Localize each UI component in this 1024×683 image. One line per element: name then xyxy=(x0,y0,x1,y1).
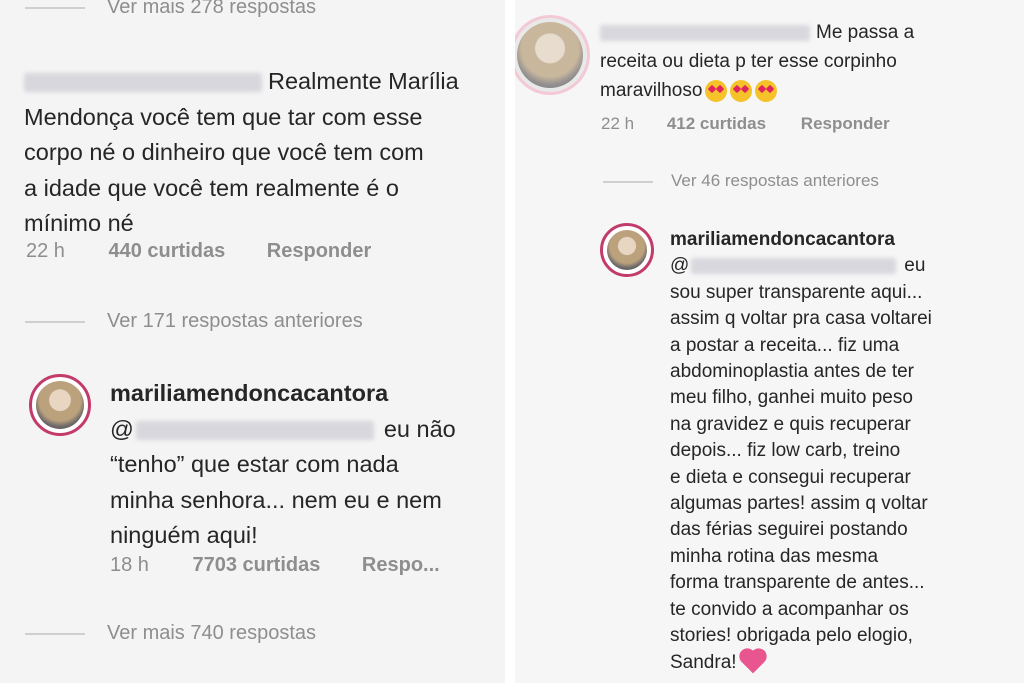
heart-eyes-emoji xyxy=(705,79,728,102)
reply-line: na gravidez e quis recuperar xyxy=(670,413,911,435)
thread-line xyxy=(603,180,653,183)
view-previous-label: Ver 46 respostas anteriores xyxy=(671,171,879,190)
reply-line: Sandra! xyxy=(670,651,737,673)
comment-meta: 22 h 440 curtidas Responder xyxy=(26,240,371,263)
view-previous-replies[interactable]: Ver 171 respostas anteriores xyxy=(25,310,363,333)
avatar[interactable] xyxy=(29,374,91,436)
mention-at: @ xyxy=(670,255,690,277)
view-more-label: Ver mais 278 respostas xyxy=(107,0,316,18)
comment-time: 22 h xyxy=(601,114,635,133)
reply-text: mariliamendoncacantora @ eu sou super tra… xyxy=(670,227,1020,676)
comment-text: Realmente Marília Mendonça você tem que … xyxy=(24,64,504,242)
reply-line: ninguém aqui! xyxy=(110,522,258,548)
reply-button[interactable]: Responder xyxy=(267,240,371,262)
reply-line: stories! obrigada pelo elogio, xyxy=(670,625,913,647)
view-previous-label: Ver 171 respostas anteriores xyxy=(107,310,363,332)
likes-count[interactable]: 412 curtidas xyxy=(667,114,766,133)
comment-line: corpo né o dinheiro que você tem com xyxy=(24,139,424,165)
view-previous-replies[interactable]: Ver 46 respostas anteriores xyxy=(603,171,879,191)
comment-line: Realmente Marília xyxy=(268,68,459,94)
comment-line: a idade que você tem realmente é o xyxy=(24,174,399,201)
avatar[interactable] xyxy=(515,18,587,92)
reply-button[interactable]: Responder xyxy=(801,114,890,133)
blurred-username xyxy=(600,24,810,41)
reply-line: forma transparente de antes... xyxy=(670,572,925,594)
comment-time: 22 h xyxy=(26,240,65,262)
view-more-label: Ver mais 740 respostas xyxy=(107,622,316,644)
reply-line: algumas partes! assim q voltar xyxy=(670,493,928,515)
reply-line: abdominoplastia antes de ter xyxy=(670,361,914,383)
reply-time: 18 h xyxy=(110,554,149,576)
blurred-mention xyxy=(135,420,374,440)
likes-count[interactable]: 440 curtidas xyxy=(109,240,226,262)
reply-line: minha senhora... nem eu e nem xyxy=(110,486,442,513)
comment-line: maravilhoso xyxy=(600,80,703,101)
heart-eyes-emoji xyxy=(755,79,778,102)
blurred-mention xyxy=(691,258,897,275)
divider xyxy=(505,0,515,683)
reply-line: sou super transparente aqui... xyxy=(670,281,923,303)
reply-line: te convido a acompanhar os xyxy=(670,598,909,620)
blurred-username xyxy=(24,73,262,93)
reply-username[interactable]: mariliamendoncacantora xyxy=(110,380,388,406)
comment-line: Me passa a xyxy=(816,22,915,43)
reply-username[interactable]: mariliamendoncacantora xyxy=(670,229,895,250)
reply-line: assim q voltar pra casa voltarei xyxy=(670,308,932,330)
heart-eyes-emoji xyxy=(730,79,753,102)
profile-photo xyxy=(517,22,583,88)
reply-line: das férias seguirei postando xyxy=(670,519,908,541)
comment-line: receita ou dieta p ter esse corpinho xyxy=(600,51,897,72)
reply-line: eu não xyxy=(383,415,456,442)
sparkling-heart-emoji xyxy=(741,651,764,674)
thread-line xyxy=(25,6,85,9)
comment-text: Me passa a receita ou dieta p ter esse c… xyxy=(600,18,1020,105)
thread-line xyxy=(25,632,85,635)
likes-count[interactable]: 7703 curtidas xyxy=(193,554,321,576)
comment-line: Mendonça você tem que tar com esse xyxy=(24,103,423,130)
reply-button[interactable]: Respo... xyxy=(362,554,440,576)
profile-photo xyxy=(607,230,647,270)
reply-line: a postar a receita... fiz uma xyxy=(670,334,900,356)
avatar[interactable] xyxy=(600,223,654,277)
reply-line: “tenho” que estar com nada xyxy=(110,451,399,477)
view-more-replies-bottom[interactable]: Ver mais 740 respostas xyxy=(25,622,316,645)
profile-photo xyxy=(36,381,84,429)
mention-at: @ xyxy=(110,415,134,442)
reply-line: e dieta e consegui recuperar xyxy=(670,466,911,488)
left-screenshot-panel: Ver mais 278 respostas Realmente Marília… xyxy=(0,0,505,683)
reply-line: depois... fiz low carb, treino xyxy=(670,440,901,462)
reply-line: minha rotina das mesma xyxy=(670,545,879,567)
view-more-replies-top[interactable]: Ver mais 278 respostas xyxy=(25,0,316,19)
reply-meta: 18 h 7703 curtidas Respo... xyxy=(110,554,440,577)
thread-line xyxy=(25,320,85,323)
comment-meta: 22 h 412 curtidas Responder xyxy=(601,114,890,134)
comment-line: mínimo né xyxy=(24,210,134,236)
reply-text: mariliamendoncacantora @ eu não “tenho” q… xyxy=(110,376,505,554)
right-screenshot-panel: Me passa a receita ou dieta p ter esse c… xyxy=(515,0,1024,683)
reply-line: meu filho, ganhei muito peso xyxy=(670,387,913,409)
reply-line: eu xyxy=(904,255,926,277)
